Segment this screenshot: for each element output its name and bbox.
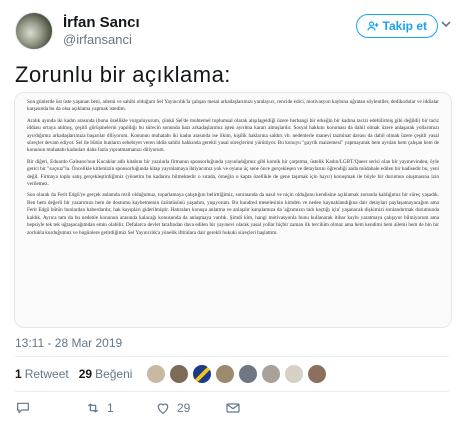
document-paragraph: Bir diğeri, Eduardo Galeano'nun Kucaklar…	[27, 158, 439, 188]
divider	[15, 391, 449, 392]
liker-avatar[interactable]	[284, 364, 305, 384]
chevron-down-icon[interactable]	[440, 18, 452, 30]
reply-icon	[17, 402, 29, 414]
liker-avatar[interactable]	[261, 364, 282, 384]
tweet-timestamp[interactable]: 13:11 - 28 Mar 2019	[15, 336, 122, 350]
like-action[interactable]: 29	[155, 400, 190, 416]
divider	[15, 356, 449, 357]
liker-avatar[interactable]	[146, 364, 167, 384]
follow-button[interactable]: Takip et	[355, 14, 438, 38]
message-action[interactable]	[225, 400, 241, 416]
like-count: 29	[177, 401, 191, 415]
likes-count: 29	[78, 367, 93, 381]
liker-avatar[interactable]	[215, 364, 236, 384]
display-name[interactable]: İrfan Sancı	[63, 14, 140, 32]
avatar[interactable]	[15, 12, 53, 50]
liker-avatar[interactable]	[307, 364, 328, 384]
user-info: İrfan Sancı @irfansanci	[63, 14, 140, 48]
like-icon	[157, 403, 169, 414]
retweet-icon	[87, 403, 99, 413]
retweet-action[interactable]: 1	[85, 400, 114, 416]
message-icon	[226, 403, 240, 413]
document-paragraph: Son günlerde üst üste yaşanan beni, aile…	[27, 99, 439, 113]
follow-button-label: Takip et	[382, 19, 427, 33]
liker-avatars	[146, 364, 330, 384]
liker-avatar[interactable]	[192, 364, 213, 384]
tweet-header: İrfan Sancı @irfansanci Takip et	[15, 12, 452, 52]
tweet-text: Zorunlu bir açıklama:	[15, 62, 231, 87]
document-paragraph: Son olarak da Ferit Edgü'ye gerçek anlam…	[27, 192, 439, 236]
document-body: Son günlerde üst üste yaşanan beni, aile…	[27, 99, 439, 321]
user-handle[interactable]: @irfansanci	[63, 32, 140, 48]
tweet-actions: 1 29	[15, 400, 455, 420]
liker-avatar[interactable]	[238, 364, 259, 384]
retweet-count: 1	[107, 401, 114, 415]
attached-document-image[interactable]: Son günlerde üst üste yaşanan beni, aile…	[14, 92, 452, 328]
likes-label: Beğeni	[95, 367, 133, 381]
retweets-stat[interactable]: 1 Retweet	[15, 367, 69, 381]
liker-avatar[interactable]	[169, 364, 190, 384]
reply-action[interactable]	[15, 400, 31, 416]
retweets-count: 1	[15, 367, 22, 381]
document-paragraph: Aralık ayında iki kadın arasında (bunu ö…	[27, 117, 439, 154]
retweets-label: Retweet	[24, 367, 69, 381]
likes-stat[interactable]: 29 Beğeni	[79, 367, 133, 381]
tweet-stats: 1 Retweet 29 Beğeni	[15, 361, 330, 387]
add-user-icon	[366, 21, 379, 31]
